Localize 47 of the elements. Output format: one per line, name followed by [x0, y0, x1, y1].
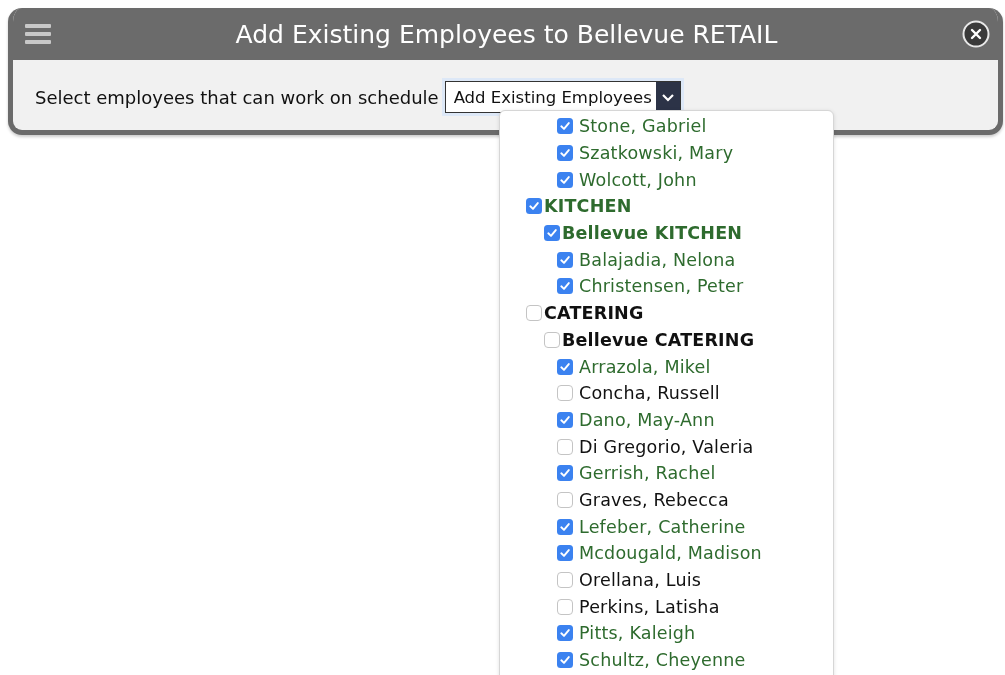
- checkbox[interactable]: [557, 491, 573, 508]
- employee-option[interactable]: Stone, Gabriel: [557, 113, 707, 140]
- department-option[interactable]: KITCHEN: [526, 193, 632, 220]
- employee-option[interactable]: Arrazola, Mikel: [557, 353, 711, 380]
- checkbox[interactable]: [557, 465, 573, 482]
- employee-option[interactable]: Di Gregorio, Valeria: [557, 433, 754, 460]
- checkbox[interactable]: [557, 598, 573, 615]
- checkbox[interactable]: [544, 225, 560, 242]
- employee-option[interactable]: Concha, Russell: [557, 379, 720, 407]
- employee-option[interactable]: Perkins, Latisha: [557, 593, 720, 621]
- close-icon[interactable]: [962, 20, 990, 48]
- checkbox[interactable]: [557, 652, 573, 669]
- employee-option[interactable]: Mcdougald, Madison: [557, 540, 762, 567]
- employee-option[interactable]: Orellana, Luis: [557, 566, 702, 594]
- checkbox[interactable]: [557, 625, 573, 642]
- employee-option[interactable]: Schultz, Cheyenne: [557, 646, 746, 674]
- menu-icon[interactable]: [25, 24, 51, 44]
- employee-option[interactable]: Graves, Rebecca: [557, 486, 729, 514]
- checkbox[interactable]: [557, 385, 573, 402]
- employee-dropdown[interactable]: Add Existing Employees: [444, 81, 681, 113]
- checkbox[interactable]: [557, 572, 573, 589]
- location-option[interactable]: Bellevue CATERING: [544, 326, 755, 354]
- checkbox[interactable]: [557, 171, 573, 188]
- prompt-label: Select employees that can work on schedule: [35, 86, 439, 108]
- checkbox[interactable]: [526, 305, 542, 322]
- employee-option[interactable]: Wolcott, John: [557, 166, 697, 194]
- checkbox[interactable]: [557, 278, 573, 295]
- checkbox[interactable]: [557, 358, 573, 375]
- dialog-title: Add Existing Employees to Bellevue RETAIL: [234, 19, 779, 49]
- checkbox[interactable]: [557, 545, 573, 562]
- location-option[interactable]: Bellevue KITCHEN: [544, 219, 743, 247]
- checkbox[interactable]: [557, 118, 573, 135]
- employee-option[interactable]: Christensen, Peter: [557, 273, 744, 300]
- employee-option[interactable]: Balajadia, Nelona: [557, 246, 736, 274]
- employee-option[interactable]: Pitts, Kaleigh: [557, 620, 696, 647]
- checkbox[interactable]: [557, 438, 573, 455]
- checkbox[interactable]: [557, 411, 573, 428]
- employee-option[interactable]: Lefeber, Catherine: [557, 513, 746, 540]
- checkbox[interactable]: [544, 331, 560, 348]
- department-option[interactable]: CATERING: [526, 299, 644, 327]
- checkbox[interactable]: [526, 198, 542, 215]
- checkbox[interactable]: [557, 145, 573, 162]
- employee-option[interactable]: Gerrish, Rachel: [557, 459, 716, 487]
- employee-option[interactable]: Szatkowski, Mary: [557, 139, 734, 167]
- checkbox[interactable]: [557, 251, 573, 268]
- employee-option[interactable]: Dano, May-Ann: [557, 406, 715, 434]
- checkbox[interactable]: [557, 518, 573, 535]
